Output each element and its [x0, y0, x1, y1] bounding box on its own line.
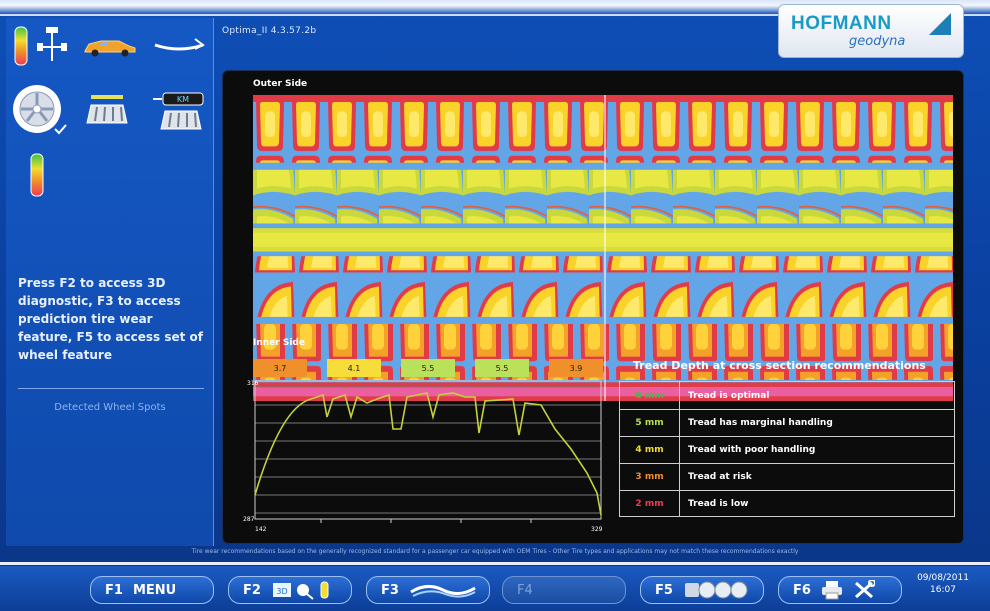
- graph-y-top: 316: [247, 380, 259, 387]
- svg-text:3D: 3D: [276, 587, 287, 596]
- f4-button[interactable]: F4: [502, 576, 626, 604]
- time-text: 16:07: [930, 585, 956, 595]
- brand-logo: HOFMANN geodyna: [778, 4, 964, 58]
- recommendations-title: Tread Depth at cross section recommendat…: [633, 359, 926, 372]
- recommendation-text: Tread has marginal handling: [688, 418, 833, 428]
- f6-tools-button[interactable]: F6: [778, 576, 902, 604]
- date-text: 09/08/2011: [917, 573, 969, 583]
- depth-badge-value: 5.5: [421, 363, 435, 373]
- f1-key-label: F1: [105, 582, 123, 598]
- tread-analysis-panel: Outer Side Inner Side 3.7 4.1 5.5 5.5 3.…: [222, 70, 964, 544]
- color-scale-icon[interactable]: [26, 152, 48, 198]
- f5-key-label: F5: [655, 582, 673, 598]
- recommendation-depth: 3 mm: [620, 464, 680, 490]
- printer-icon: [821, 581, 842, 600]
- depth-badge-2: 4.1: [327, 359, 381, 377]
- f4-key-label: F4: [517, 582, 533, 598]
- recommendation-row: 3 mm Tread at risk: [620, 463, 954, 490]
- f2-key-label: F2: [243, 582, 261, 598]
- car-icon[interactable]: [80, 34, 138, 58]
- recommendation-depth: 2 mm: [620, 491, 680, 517]
- diagnostic-3d-icon: 3D: [272, 581, 329, 600]
- inner-side-label: Inner Side: [253, 338, 305, 348]
- wheel-rim-icon[interactable]: [10, 80, 68, 140]
- sidebar-divider: [18, 388, 204, 389]
- tread-depth-map: [253, 95, 953, 401]
- f6-key-label: F6: [793, 582, 811, 598]
- software-version: Optima_II 4.3.57.2b: [222, 26, 317, 36]
- tire-speed-icon[interactable]: KM: [152, 88, 210, 132]
- depth-badge-value: 4.1: [347, 363, 361, 373]
- f1-menu-button[interactable]: F1 MENU: [90, 576, 214, 604]
- tread-profile-graph: 316 287 142 329: [243, 380, 603, 533]
- logo-mark-icon: [929, 13, 951, 35]
- recommendation-depth: 6 mm: [620, 382, 680, 409]
- sidebar: KM Press F2 to access 3D diagnostic, F3 …: [6, 18, 214, 546]
- f3-wear-prediction-button[interactable]: F3: [366, 576, 490, 604]
- recommendation-row: 4 mm Tread with poor handling: [620, 436, 954, 463]
- wheel-set-icon: [684, 581, 748, 599]
- tread-scan-icon[interactable]: [82, 92, 132, 128]
- recommendations-table: 6 mm Tread is optimal 5 mm Tread has mar…: [619, 381, 955, 517]
- datetime-display: 09/08/2011 16:07: [908, 572, 978, 596]
- f1-menu-label: MENU: [132, 582, 177, 598]
- depth-badge-value: 5.5: [495, 363, 509, 373]
- f3-key-label: F3: [381, 582, 399, 598]
- footnote: Tire wear recommendations based on the g…: [191, 548, 799, 555]
- depth-badge-3: 5.5: [401, 359, 455, 377]
- detected-wheel-spots-label: Detected Wheel Spots: [54, 402, 166, 413]
- svg-text:KM: KM: [177, 95, 189, 104]
- logo-sub-text: geodyna: [849, 34, 906, 49]
- depth-badge-value: 3.9: [569, 363, 583, 373]
- graph-x-left: 142: [255, 526, 267, 533]
- outer-side-label: Outer Side: [253, 79, 308, 89]
- f5-wheel-set-button[interactable]: F5: [640, 576, 764, 604]
- function-key-bar: F1 MENU F2 3D F3 F4 F5 F6: [0, 566, 990, 611]
- depth-badge-value: 3.7: [273, 363, 287, 373]
- footer-divider: [0, 562, 990, 565]
- tread-color-scale-icon[interactable]: [10, 24, 32, 68]
- recommendation-row: 6 mm Tread is optimal: [620, 382, 954, 409]
- tire-wear-wave-icon: [410, 585, 476, 598]
- recommendation-depth: 4 mm: [620, 437, 680, 463]
- depth-badge-5: 3.9: [549, 359, 603, 377]
- recommendation-text: Tread is low: [688, 499, 749, 509]
- depth-badge-1: 3.7: [253, 359, 307, 377]
- recommendation-depth: 5 mm: [620, 410, 680, 436]
- f2-diagnostic-button[interactable]: F2 3D: [228, 576, 352, 604]
- recommendation-text: Tread with poor handling: [688, 445, 816, 455]
- graph-y-bottom: 287: [243, 516, 255, 523]
- tools-icon: [854, 580, 875, 599]
- depth-badge-4: 5.5: [475, 359, 529, 377]
- logo-main-text: HOFMANN: [791, 13, 892, 34]
- recommendation-text: Tread is optimal: [688, 390, 770, 401]
- instruction-text: Press F2 to access 3D diagnostic, F3 to …: [18, 276, 203, 362]
- axle-sensor-icon[interactable]: [34, 26, 70, 66]
- recommendation-row: 5 mm Tread has marginal handling: [620, 409, 954, 436]
- recommendation-text: Tread at risk: [688, 472, 752, 482]
- recommendation-row: 2 mm Tread is low: [620, 490, 954, 517]
- runout-icon[interactable]: [150, 34, 208, 58]
- graph-x-right: 329: [591, 526, 603, 533]
